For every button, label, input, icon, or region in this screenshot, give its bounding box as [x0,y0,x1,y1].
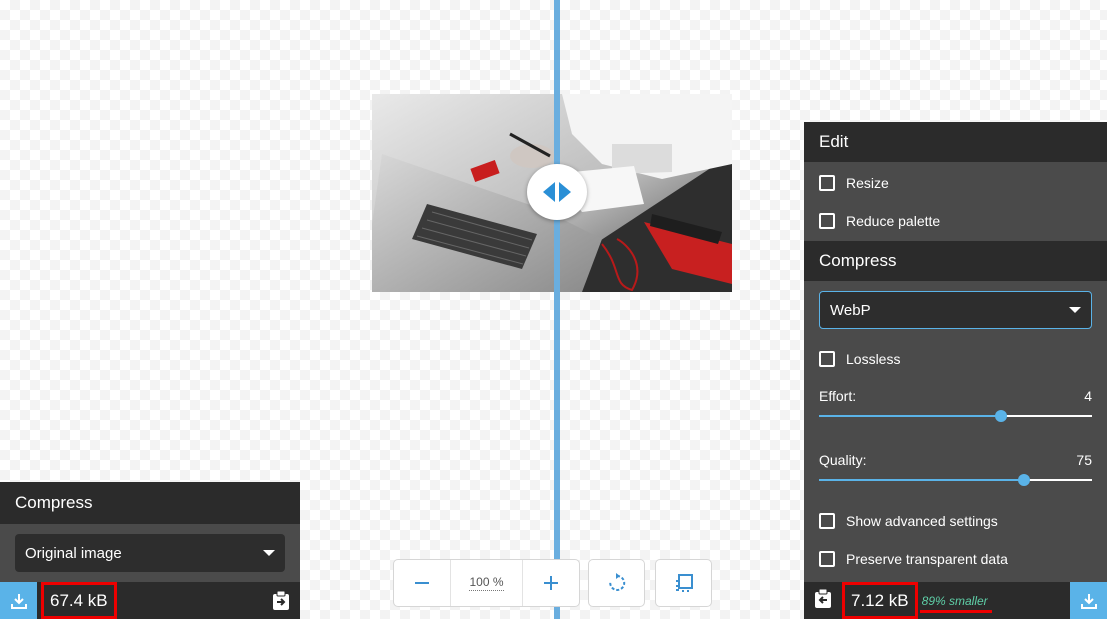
right-format-value: WebP [830,301,871,319]
reduce-palette-option[interactable]: Reduce palette [804,202,1107,240]
background-toggle-button[interactable] [655,559,712,607]
chevron-down-icon [263,550,275,556]
edit-title: Edit [819,132,849,151]
split-handle[interactable] [527,164,587,220]
zoom-controls: 100 % [393,559,580,607]
advanced-settings-checkbox[interactable] [819,513,835,529]
right-file-size-value: 7.12 kB [851,590,909,610]
zoom-in-button[interactable] [523,560,579,606]
effort-value: 4 [1084,388,1092,404]
copy-settings-right-icon [273,590,289,610]
left-download-button[interactable] [0,582,37,619]
effort-slider-group: Effort: 4 [804,386,1107,426]
quality-value: 75 [1076,452,1092,468]
lossless-checkbox[interactable] [819,351,835,367]
left-file-size: 67.4 kB [41,582,117,619]
preserve-transparent-option[interactable]: Preserve transparent data [804,540,1107,578]
left-compress-body: Original image [0,524,300,582]
preserve-transparent-checkbox[interactable] [819,551,835,567]
lossless-label: Lossless [846,351,901,367]
resize-label: Resize [846,175,889,191]
lossless-option[interactable]: Lossless [804,340,1107,378]
zoom-unit: % [492,575,504,591]
chevron-down-icon [1069,307,1081,313]
quality-label: Quality: [819,452,867,468]
quality-slider-thumb[interactable] [1017,474,1030,486]
zoom-level[interactable]: 100 % [450,560,523,606]
advanced-settings-label: Show advanced settings [846,513,998,529]
right-file-size: 7.12 kB [842,582,918,619]
download-icon [10,593,27,609]
left-compress-title: Compress [15,493,93,512]
plus-icon [544,576,558,590]
minus-icon [415,582,429,584]
quality-slider-group: Quality: 75 [804,450,1107,490]
right-format-select[interactable]: WebP [819,291,1092,329]
left-compress-header: Compress [0,482,300,524]
savings-text: 89% smaller [919,593,992,613]
advanced-settings-option[interactable]: Show advanced settings [804,502,1107,540]
copy-settings-left-icon [815,588,831,608]
arrow-right-icon [559,182,571,202]
preserve-transparent-label: Preserve transparent data [846,551,1008,567]
split-divider[interactable] [554,0,560,619]
left-format-select[interactable]: Original image [15,534,285,572]
right-results-bar: 7.12 kB 89% smaller [804,582,1107,619]
reduce-palette-label: Reduce palette [846,213,941,229]
left-format-value: Original image [25,544,122,562]
left-results-bar: 67.4 kB [0,582,300,619]
rotate-button[interactable] [588,559,645,607]
left-copy-settings-button[interactable] [272,590,290,616]
right-compress-header: Compress [804,241,1107,281]
download-icon [1080,593,1097,609]
edit-body: Resize Reduce palette [804,162,1107,241]
zoom-value: 100 [469,575,490,591]
zoom-out-button[interactable] [394,560,450,606]
right-options-panel: Edit Resize Reduce palette Compress WebP… [804,122,1107,619]
resize-option[interactable]: Resize [804,164,1107,202]
resize-checkbox[interactable] [819,175,835,191]
reduce-palette-checkbox[interactable] [819,213,835,229]
right-download-button[interactable] [1070,582,1107,619]
edit-header: Edit [804,122,1107,162]
right-compress-title: Compress [819,251,897,270]
left-file-size-value: 67.4 kB [50,590,108,610]
effort-slider-thumb[interactable] [995,410,1007,422]
right-copy-settings-button[interactable] [814,588,832,614]
checkerboard-icon [675,574,693,592]
left-options-panel: Compress Original image 67.4 kB [0,482,300,619]
rotate-icon [608,573,625,591]
right-compress-body: WebP Lossless Effort: 4 Quality: 75 Show… [804,281,1107,619]
effort-slider[interactable] [819,406,1092,426]
quality-slider[interactable] [819,470,1092,490]
effort-label: Effort: [819,388,857,404]
arrow-left-icon [543,182,555,202]
